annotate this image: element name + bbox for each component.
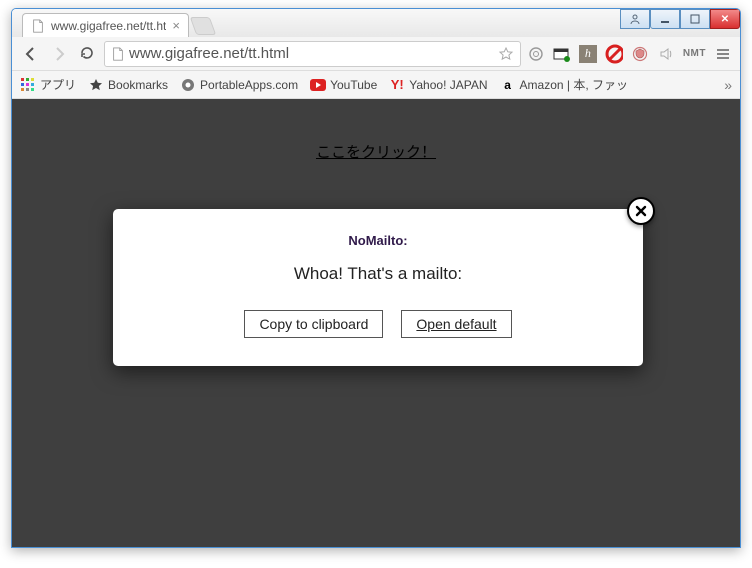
portableapps-icon	[180, 77, 196, 93]
url-text: www.gigafree.net/tt.html	[129, 45, 494, 62]
ext-tab-icon[interactable]	[553, 45, 571, 63]
amazon-icon: a	[500, 77, 516, 93]
bm-label: Bookmarks	[108, 78, 168, 92]
maximize-button[interactable]	[680, 9, 710, 29]
bm-label: アプリ	[40, 76, 76, 93]
bm-label: Yahoo! JAPAN	[409, 78, 487, 92]
page-content: ここをクリック！ NoMailto: Whoa! That's a mailto…	[12, 99, 740, 547]
bm-overflow-icon[interactable]: »	[724, 77, 732, 93]
modal-buttons: Copy to clipboard Open default	[133, 310, 623, 338]
close-window-button[interactable]: ✕	[710, 9, 740, 29]
star-icon[interactable]	[498, 46, 514, 62]
bm-amazon[interactable]: a Amazon | 本, ファッ	[500, 76, 628, 93]
star-icon	[88, 77, 104, 93]
yahoo-icon: Y!	[389, 77, 405, 93]
browser-window: www.gigafree.net/tt.ht × ✕	[11, 8, 741, 548]
youtube-icon	[310, 77, 326, 93]
ext-h-icon[interactable]: h	[579, 45, 597, 63]
menu-icon[interactable]	[714, 45, 732, 63]
forward-button[interactable]	[48, 43, 70, 65]
user-icon[interactable]	[620, 9, 650, 29]
reload-button[interactable]	[76, 43, 98, 65]
browser-tab[interactable]: www.gigafree.net/tt.ht ×	[22, 13, 189, 37]
minimize-button[interactable]	[650, 9, 680, 29]
url-bar[interactable]: www.gigafree.net/tt.html	[104, 41, 521, 67]
ext-block-icon[interactable]	[605, 45, 623, 63]
bm-yahoo[interactable]: Y! Yahoo! JAPAN	[389, 77, 487, 93]
nmt-label[interactable]: NMT	[683, 48, 706, 59]
extension-icons: h NMT	[527, 45, 732, 63]
titlebar: www.gigafree.net/tt.ht × ✕	[12, 9, 740, 37]
new-tab-button[interactable]	[190, 17, 217, 35]
page-icon	[31, 19, 45, 33]
bm-youtube[interactable]: YouTube	[310, 77, 377, 93]
toolbar: www.gigafree.net/tt.html h NMT	[12, 37, 740, 71]
modal-close-button[interactable]	[627, 197, 655, 225]
bm-bookmarks[interactable]: Bookmarks	[88, 77, 168, 93]
ext-shield-icon[interactable]	[631, 45, 649, 63]
bookmarks-bar: アプリ Bookmarks PortableApps.com YouTube Y…	[12, 71, 740, 99]
bm-label: Amazon | 本, ファッ	[520, 76, 628, 93]
modal-message: Whoa! That's a mailto:	[133, 264, 623, 284]
copy-to-clipboard-button[interactable]: Copy to clipboard	[244, 310, 383, 338]
bm-label: PortableApps.com	[200, 78, 298, 92]
apps-icon	[20, 77, 36, 93]
page-icon	[111, 47, 125, 61]
tab-title: www.gigafree.net/tt.ht	[51, 19, 166, 33]
ext-circle-icon[interactable]	[527, 45, 545, 63]
back-button[interactable]	[20, 43, 42, 65]
window-controls: ✕	[620, 9, 740, 29]
open-default-button[interactable]: Open default	[401, 310, 511, 338]
tab-close-icon[interactable]: ×	[172, 18, 180, 33]
mailto-link[interactable]: ここをクリック！	[316, 141, 436, 162]
bm-portableapps[interactable]: PortableApps.com	[180, 77, 298, 93]
modal-title: NoMailto:	[133, 233, 623, 248]
bm-label: YouTube	[330, 78, 377, 92]
ext-sound-icon[interactable]	[657, 45, 675, 63]
bm-apps[interactable]: アプリ	[20, 76, 76, 93]
nomailto-modal: NoMailto: Whoa! That's a mailto: Copy to…	[113, 209, 643, 366]
